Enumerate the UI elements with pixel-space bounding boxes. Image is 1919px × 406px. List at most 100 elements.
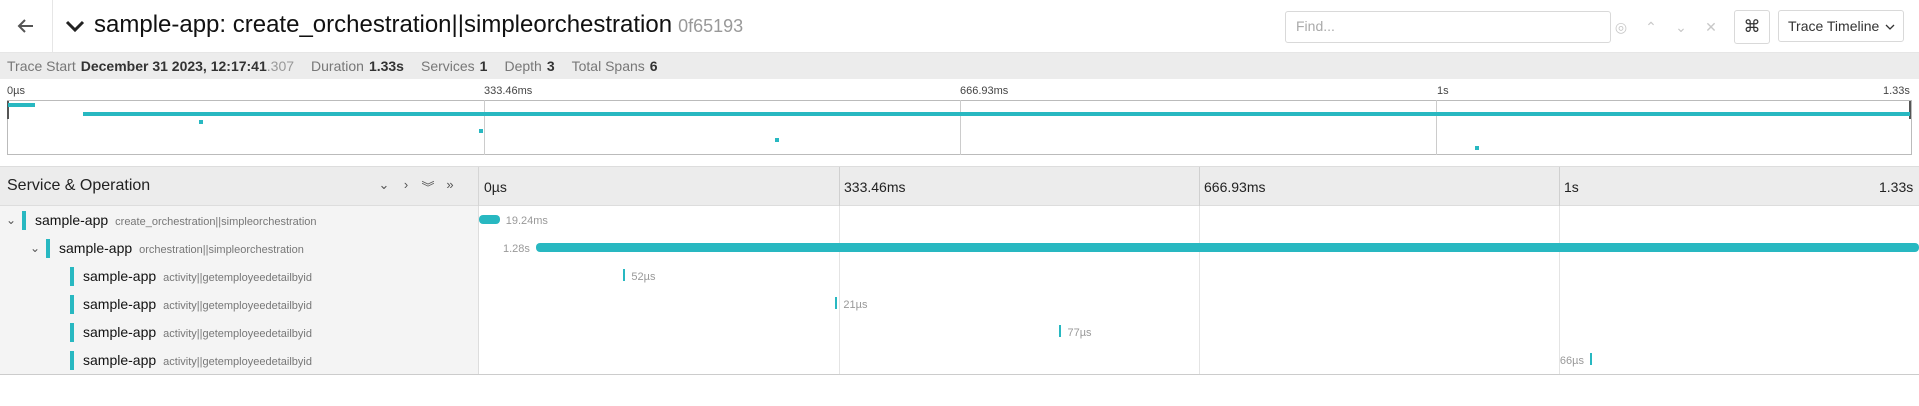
trace-start-ms: .307	[266, 58, 295, 74]
minimap-tick: 1.33s	[1883, 85, 1910, 97]
arrow-left-icon	[17, 19, 33, 33]
timeline-header: Service & Operation ⌄ › ︾ » 0µs 333.46ms 6…	[0, 166, 1919, 207]
service-color-marker	[70, 323, 74, 342]
minimap-tick: 0µs	[7, 85, 25, 97]
chevron-down-icon[interactable]: ⌄	[28, 240, 42, 256]
operation-name: activity||getemployeedetailbyid	[163, 272, 312, 284]
timeline-tick-label: 1.33s	[1879, 179, 1914, 195]
header-divider	[52, 0, 53, 52]
span-duration: 1.28s	[502, 243, 530, 255]
timeline-tick-label: 1s	[1564, 179, 1579, 195]
span-bar[interactable]	[535, 243, 1919, 252]
chevron-up-icon[interactable]: ⌃	[1642, 19, 1660, 36]
collapse-one-icon[interactable]: ⌄	[376, 177, 392, 196]
trace-id: 0f65193	[678, 16, 744, 36]
duration-label: Duration	[311, 58, 364, 74]
span-row[interactable]: sample-app activity||getemployeedetailbyi…	[0, 290, 1919, 318]
find-input[interactable]	[1286, 12, 1612, 40]
trace-start-label: Trace Start	[7, 58, 76, 74]
service-color-marker	[46, 239, 50, 258]
minimap-right-handle[interactable]	[1909, 101, 1911, 119]
trace-collapse-toggle[interactable]	[64, 14, 86, 38]
service-operation-title: Service & Operation	[7, 177, 151, 194]
minimap-span-bar	[478, 129, 483, 133]
column-resizer[interactable]	[478, 167, 479, 207]
chevron-down-icon[interactable]: ⌄	[1672, 19, 1690, 36]
service-name: sample-app	[35, 212, 109, 228]
timeline-gridline	[839, 167, 840, 207]
keyboard-shortcuts-button[interactable]: ⌘	[1734, 10, 1770, 44]
span-row-label[interactable]: sample-app activity||getemployeedetailbyi…	[0, 290, 478, 318]
chevron-down-icon	[1885, 18, 1895, 34]
close-icon[interactable]: ✕	[1702, 19, 1720, 36]
tree-controls: ⌄ › ︾ »	[376, 177, 458, 196]
span-row-label[interactable]: ⌄ sample-app create_orchestration||simpleo…	[0, 206, 478, 234]
service-name: sample-app	[83, 352, 157, 368]
operation-name: activity||getemployeedetailbyid	[163, 356, 312, 368]
timeline-tick-label: 0µs	[484, 179, 507, 195]
minimap-span-bar	[198, 120, 203, 125]
span-service-name: sample-app orchestration||simpleorchestra…	[59, 240, 304, 256]
operation-name: activity||getemployeedetailbyid	[163, 300, 312, 312]
span-row-label[interactable]: sample-app activity||getemployeedetailbyi…	[0, 346, 478, 374]
span-service-name: sample-app activity||getemployeedetailbyi…	[83, 324, 312, 340]
minimap-tick: 666.93ms	[960, 85, 1009, 97]
service-color-marker	[70, 295, 74, 314]
span-service-name: sample-app activity||getemployeedetailbyi…	[83, 268, 312, 284]
trace-minimap[interactable]: 0µs 333.46ms 666.93ms 1s 1.33s	[0, 80, 1919, 164]
view-select-label: Trace Timeline	[1788, 18, 1880, 34]
operation-name: create_orchestration||simpleorchestratio…	[115, 216, 317, 228]
span-service-name: sample-app activity||getemployeedetailbyi…	[83, 352, 312, 368]
span-row-label[interactable]: ⌄ sample-app orchestration||simpleorchestr…	[0, 234, 478, 262]
services-value: 1	[479, 58, 488, 74]
trace-title: sample-app: create_orchestration||simple…	[94, 11, 743, 39]
span-bar[interactable]	[1589, 353, 1592, 365]
service-name: sample-app	[83, 324, 157, 340]
trace-title-text: sample-app: create_orchestration||simple…	[94, 11, 673, 38]
span-bar[interactable]	[623, 269, 626, 281]
span-service-name: sample-app create_orchestration||simpleor…	[35, 212, 317, 228]
minimap-span-bar	[1475, 146, 1480, 151]
service-color-marker	[70, 351, 74, 370]
duration-value: 1.33s	[368, 58, 404, 74]
span-bar[interactable]	[1059, 325, 1062, 337]
timeline-gridline	[1199, 167, 1200, 207]
expand-all-icon[interactable]: »	[442, 177, 458, 196]
trace-header: sample-app: create_orchestration||simple…	[0, 0, 1919, 53]
span-row[interactable]: ⌄ sample-app orchestration||simpleorchestr…	[0, 234, 1919, 262]
find-box	[1285, 11, 1612, 43]
view-select[interactable]: Trace Timeline	[1778, 10, 1904, 42]
total-spans-value: 6	[649, 58, 658, 74]
span-service-name: sample-app activity||getemployeedetailbyi…	[83, 296, 312, 312]
span-row[interactable]: sample-app activity||getemployeedetailbyi…	[0, 346, 1919, 374]
span-row[interactable]: ⌄ sample-app create_orchestration||simpleo…	[0, 206, 1919, 234]
service-color-marker	[22, 211, 26, 230]
span-duration: 77µs	[1067, 327, 1092, 339]
span-row[interactable]: sample-app activity||getemployeedetailbyi…	[0, 318, 1919, 346]
minimap-tick: 1s	[1437, 85, 1449, 97]
timeline-bottom-border	[0, 374, 1919, 375]
minimap-gridline	[960, 100, 961, 155]
services-label: Services	[420, 58, 475, 74]
chevron-down-icon	[65, 20, 85, 33]
back-button[interactable]	[12, 12, 40, 40]
timeline-tick-label: 333.46ms	[844, 179, 906, 195]
expand-one-icon[interactable]: ›	[398, 177, 414, 196]
span-bar[interactable]	[479, 215, 500, 224]
locate-icon[interactable]: ◎	[1612, 19, 1630, 36]
collapse-all-icon[interactable]: ︾	[420, 177, 436, 196]
chevron-down-icon[interactable]: ⌄	[4, 212, 18, 228]
span-row-label[interactable]: sample-app activity||getemployeedetailbyi…	[0, 262, 478, 290]
minimap-gridline	[1436, 100, 1437, 155]
span-row-label[interactable]: sample-app activity||getemployeedetailbyi…	[0, 318, 478, 346]
command-icon: ⌘	[1743, 17, 1761, 36]
service-name: sample-app	[83, 296, 157, 312]
trace-meta-bar: Trace Start December 31 2023, 12:17:41.3…	[0, 53, 1919, 79]
span-row[interactable]: sample-app activity||getemployeedetailbyi…	[0, 262, 1919, 290]
span-duration: 21µs	[843, 299, 868, 311]
span-rows: ⌄ sample-app create_orchestration||simpleo…	[0, 206, 1919, 374]
service-color-marker	[70, 267, 74, 286]
minimap-span-bar	[774, 137, 779, 142]
span-bar[interactable]	[835, 297, 838, 309]
minimap-span-bar	[8, 103, 36, 107]
